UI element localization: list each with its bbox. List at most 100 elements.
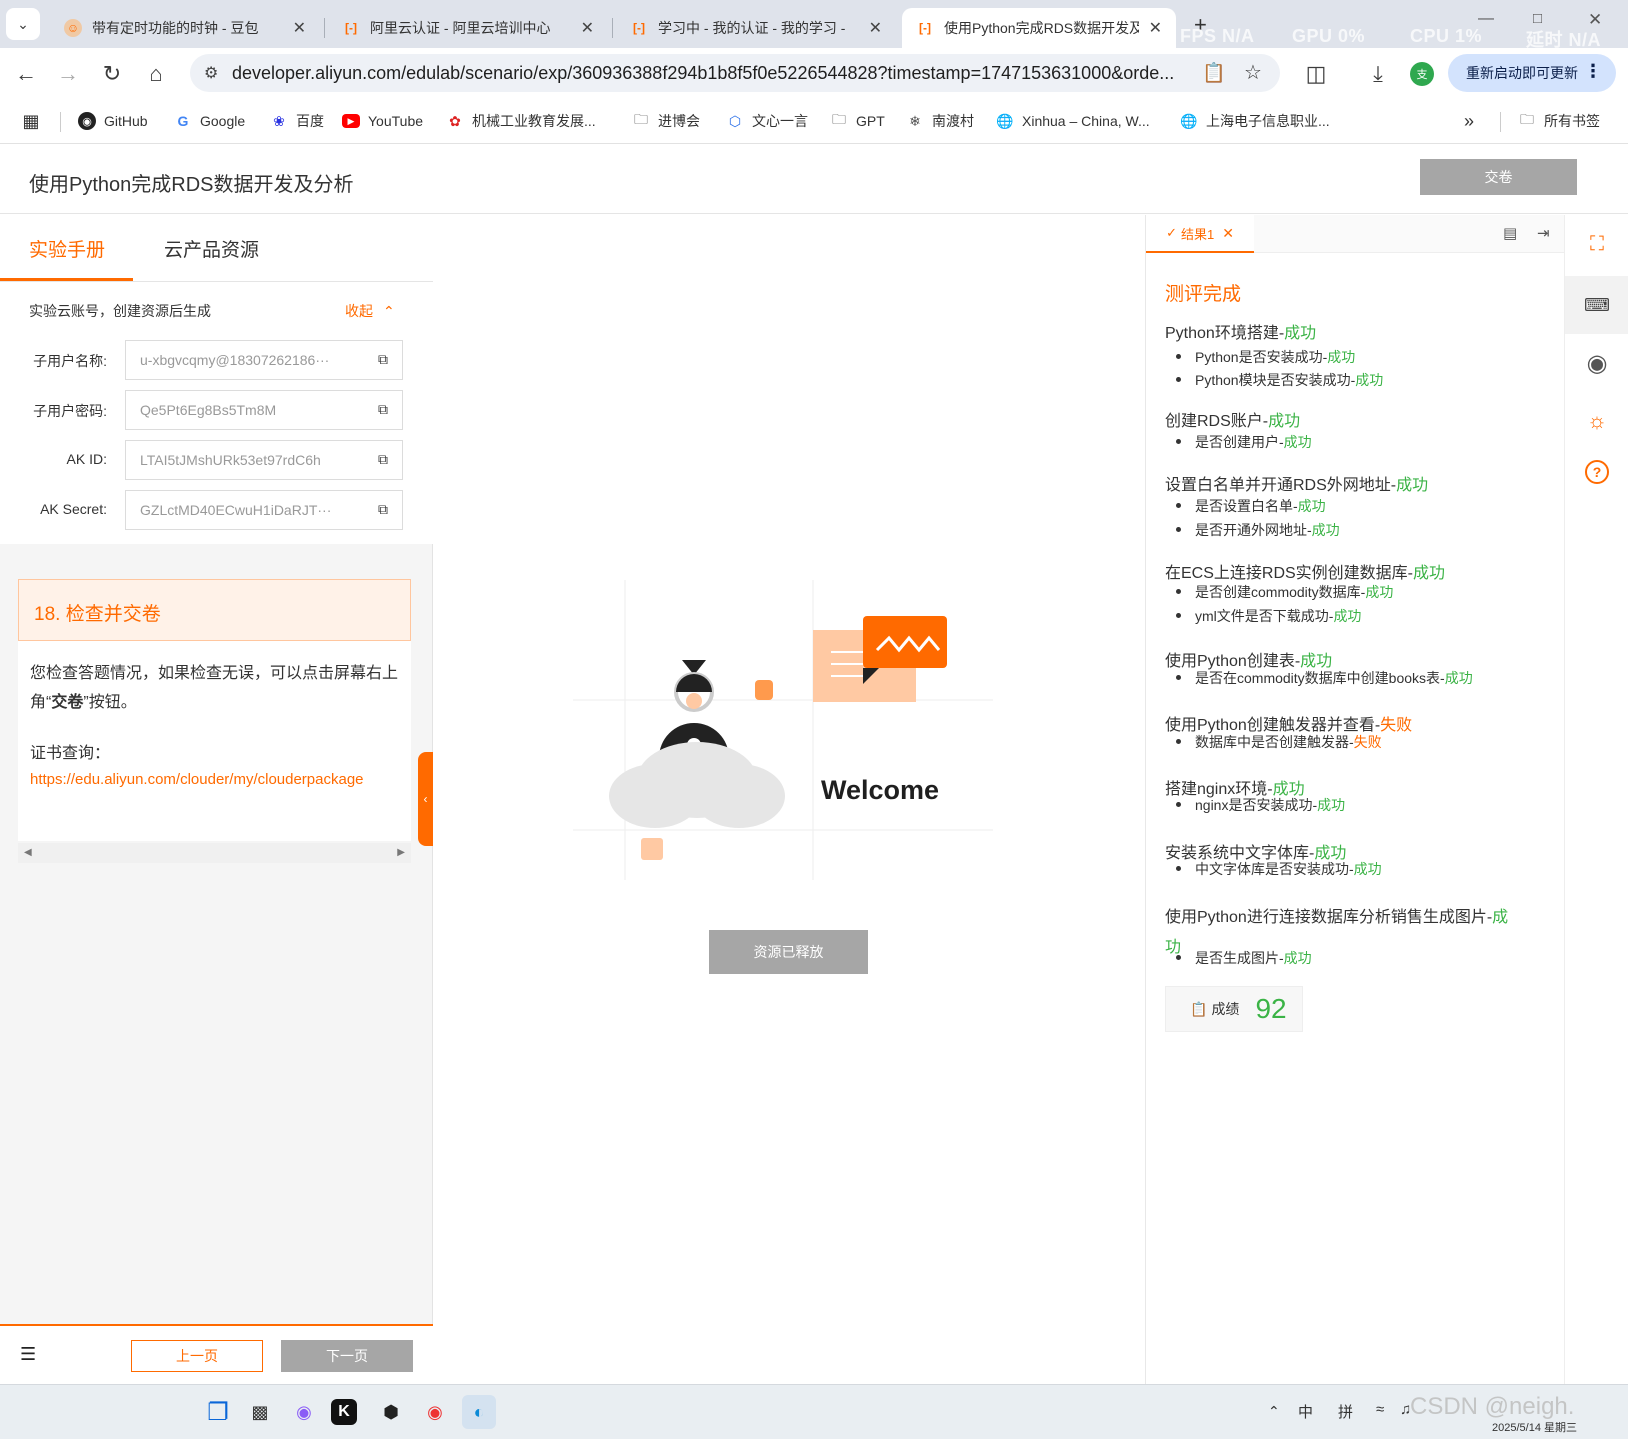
bookmark-star-icon[interactable]: ☆ — [1244, 60, 1262, 85]
close-tab-icon[interactable]: ✕ — [1149, 18, 1162, 38]
tray-chevron-icon[interactable]: ⌃ — [1268, 1403, 1280, 1420]
horizontal-scrollbar[interactable]: ◀ ▶ — [18, 843, 411, 863]
help-icon[interactable]: ? — [1585, 460, 1609, 484]
bookmark-divider — [60, 112, 61, 132]
step-content: 您检查答题情况，如果检查无误，可以点击屏幕右上角“交卷”按钮。 证书查询： ht… — [18, 641, 411, 841]
scroll-right-icon[interactable]: ▶ — [397, 847, 405, 858]
tab-cloud-resources[interactable]: 云产品资源 — [164, 235, 259, 262]
bookmark-wenxin[interactable]: ⬡ 文心一言 — [726, 110, 808, 132]
apps-grid-icon[interactable]: ▦ — [22, 110, 48, 132]
active-tab-indicator — [0, 278, 133, 281]
theme-sun-icon[interactable]: ☼ — [1565, 401, 1628, 441]
extensions-icon[interactable]: ◫ — [1300, 58, 1332, 90]
wifi-icon[interactable]: ≈ — [1376, 1401, 1384, 1418]
bookmark-baidu[interactable]: ❀ 百度 — [270, 110, 324, 132]
more-bookmarks-chevron-icon[interactable]: » — [1464, 110, 1474, 132]
bookmark-jixie[interactable]: ✿ 机械工业教育发展... — [446, 110, 596, 132]
download-icon[interactable]: ⤓ — [1362, 58, 1394, 90]
result-tabs: ✓ 结果1 ✕ ▤ ⇥ — [1146, 215, 1565, 253]
task-view-icon[interactable]: ▩ — [243, 1395, 277, 1429]
bookmark-jinbohui[interactable]: 🗀 进博会 — [632, 110, 700, 132]
globe-icon: 🌐 — [996, 112, 1014, 129]
cert-link[interactable]: https://edu.aliyun.com/clouder/my/cloude… — [30, 771, 364, 788]
close-tab-icon[interactable]: ✕ — [869, 18, 882, 38]
bookmark-xinhua[interactable]: 🌐 Xinhua – China, W... — [996, 110, 1149, 132]
collapse-button[interactable]: 收起 ⌃ — [345, 301, 395, 321]
address-bar[interactable]: ⚙ developer.aliyun.com/edulab/scenario/e… — [190, 54, 1280, 92]
close-tab-icon[interactable]: ✕ — [293, 18, 306, 38]
app-cube-icon[interactable]: ⬢ — [374, 1395, 408, 1429]
terminal-icon[interactable]: ⌨ — [1565, 276, 1628, 334]
close-window-icon[interactable]: ✕ — [1588, 10, 1602, 30]
account-note: 实验云账号，创建资源后生成 — [29, 303, 211, 319]
bookmark-gpt[interactable]: 🗀 GPT — [830, 110, 885, 132]
clipboard-icon[interactable]: 📋 — [1202, 61, 1226, 85]
menu-kebab-icon[interactable]: ⋮ — [1584, 61, 1602, 82]
bookmark-google[interactable]: G Google — [174, 110, 246, 132]
scroll-left-icon[interactable]: ◀ — [24, 847, 32, 858]
close-tab-icon[interactable]: ✕ — [1222, 225, 1234, 242]
profile-avatar[interactable]: 支 — [1410, 62, 1434, 86]
result-check-item: nginx是否安装成功-成功 — [1165, 795, 1345, 815]
next-page-button[interactable]: 下一页 — [281, 1340, 413, 1372]
bookmark-shdz[interactable]: 🌐 上海电子信息职业... — [1180, 110, 1329, 132]
browser-tab-learning[interactable]: [-] 学习中 - 我的认证 - 我的学习 - ✕ — [616, 8, 896, 48]
google-icon: G — [177, 113, 189, 129]
prev-page-button[interactable]: 上一页 — [131, 1340, 263, 1372]
chrome-taskbar-icon[interactable]: ◉ — [418, 1395, 452, 1429]
tab-lab-manual[interactable]: 实验手册 — [29, 235, 105, 262]
relaunch-update-button[interactable]: 重新启动即可更新 ⋮ — [1448, 54, 1616, 92]
browser-tab-aliyun-cert[interactable]: [-] 阿里云认证 - 阿里云培训中心 ✕ — [328, 8, 608, 48]
back-arrow-icon[interactable]: ← — [10, 58, 42, 90]
chevron-up-icon: ⌃ — [383, 302, 395, 319]
app-cat-icon[interactable]: ◉ — [287, 1395, 321, 1429]
panel-collapse-handle[interactable]: ‹ — [418, 752, 433, 846]
maximize-window-icon[interactable]: □ — [1533, 10, 1542, 27]
sub-username-field[interactable]: u-xbgvcqmy@18307262186··· ⧉ — [125, 340, 403, 380]
result-tab-1[interactable]: ✓ 结果1 ✕ — [1146, 215, 1254, 253]
submit-exam-button[interactable]: 交卷 — [1420, 159, 1577, 195]
copy-icon[interactable]: ⧉ — [378, 451, 388, 468]
sub-password-field[interactable]: Qe5Pt6Eg8Bs5Tm8M ⧉ — [125, 390, 403, 430]
forward-arrow-icon[interactable]: → — [52, 58, 84, 90]
bookmark-nandu[interactable]: ❄ 南渡村 — [906, 110, 974, 132]
tab-divider — [324, 18, 325, 38]
reload-icon[interactable]: ↻ — [96, 58, 128, 90]
ak-secret-field[interactable]: GZLctMD40ECwuH1iDaRJT··· ⧉ — [125, 490, 403, 530]
collapse-right-icon[interactable]: ⇥ — [1537, 224, 1550, 242]
lab-manual-panel: 实验手册 云产品资源 实验云账号，创建资源后生成 收起 ⌃ 子用户名称: u-x… — [0, 215, 433, 1384]
field-ak-id: AK ID: LTAI5tJMshURk53et97rdC6h ⧉ — [0, 440, 433, 480]
ak-id-field[interactable]: LTAI5tJMshURk53et97rdC6h ⧉ — [125, 440, 403, 480]
browser-icon[interactable]: ◉ — [1565, 343, 1628, 383]
site-info-icon[interactable]: ⚙ — [204, 63, 218, 83]
browser-tab-active[interactable]: [-] 使用Python完成RDS数据开发及 ✕ — [902, 8, 1176, 48]
ime-pinyin[interactable]: 拼 — [1338, 1401, 1353, 1422]
result-check-item: yml文件是否下载成功-成功 — [1165, 606, 1361, 626]
minimize-window-icon[interactable]: — — [1478, 10, 1494, 28]
bookmark-github[interactable]: ◉ GitHub — [78, 110, 148, 132]
bookmark-youtube[interactable]: ▶ YouTube — [342, 110, 423, 132]
browser-tab-doubao[interactable]: ☺ 带有定时功能的时钟 - 豆包 ✕ — [50, 8, 320, 48]
status-text: 成功 — [1413, 565, 1446, 582]
windows-start-icon[interactable]: ❐ — [201, 1395, 235, 1429]
left-tabs: 实验手册 云产品资源 — [0, 215, 433, 282]
list-menu-icon[interactable]: ☰ — [20, 1344, 36, 1365]
edge-taskbar-icon[interactable]: ◐ — [462, 1395, 496, 1429]
copy-icon[interactable]: ⧉ — [378, 401, 388, 418]
resource-released-button[interactable]: 资源已释放 — [709, 930, 868, 974]
result-check-item: 是否创建commodity数据库-成功 — [1165, 582, 1393, 602]
csdn-watermark: CSDN @neigh. — [1410, 1393, 1575, 1420]
ime-mode[interactable]: 中 — [1298, 1401, 1313, 1422]
copy-icon[interactable]: ⧉ — [378, 501, 388, 518]
home-icon[interactable]: ⌂ — [140, 58, 172, 90]
copy-icon[interactable]: ⧉ — [378, 351, 388, 368]
close-tab-icon[interactable]: ✕ — [581, 18, 594, 38]
app-k-icon[interactable]: K — [331, 1399, 357, 1425]
minimize-panel-icon[interactable]: ▤ — [1503, 224, 1517, 242]
fullscreen-icon[interactable]: ⛶ — [1565, 229, 1628, 259]
account-info-section: 实验云账号，创建资源后生成 收起 ⌃ 子用户名称: u-xbgvcqmy@183… — [0, 282, 433, 544]
score-value: 92 — [1255, 993, 1287, 1024]
tab-search-chevron-icon[interactable]: ⌄ — [6, 8, 40, 40]
url-text[interactable]: developer.aliyun.com/edulab/scenario/exp… — [232, 63, 1192, 84]
all-bookmarks[interactable]: 🗀 所有书签 — [1518, 110, 1600, 132]
